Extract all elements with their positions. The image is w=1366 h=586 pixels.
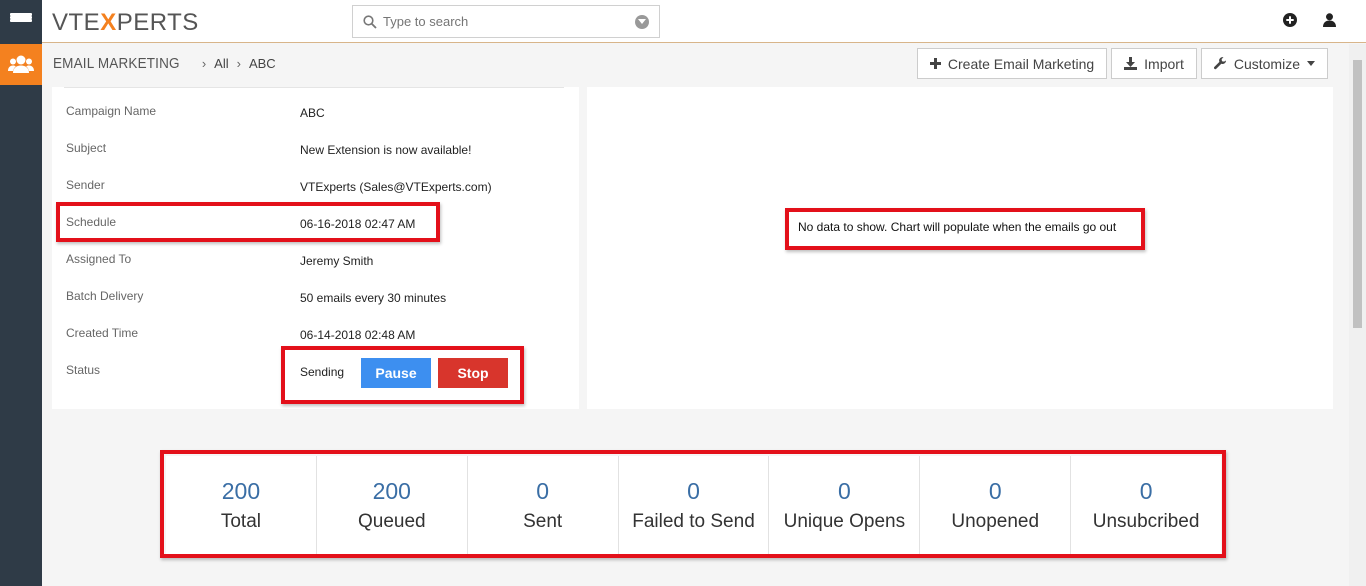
- logo-text-prefix: VTE: [52, 9, 101, 36]
- breadcrumb-record: ABC: [248, 56, 276, 71]
- stat-sent: 0 Sent: [468, 456, 619, 554]
- add-icon[interactable]: [1283, 13, 1297, 27]
- detail-label: Subject: [66, 141, 107, 155]
- logo-text-suffix: PERTS: [116, 9, 199, 36]
- logo-text-x: X: [100, 9, 117, 36]
- stat-queued: 200 Queued: [317, 456, 468, 554]
- detail-value: ABC: [300, 106, 325, 120]
- create-email-marketing-button[interactable]: Create Email Marketing: [916, 48, 1108, 79]
- customize-button[interactable]: Customize: [1200, 48, 1328, 79]
- plus-icon: [929, 58, 941, 69]
- breadcrumb-module[interactable]: EMAIL MARKETING: [53, 55, 180, 72]
- logo[interactable]: VTEXPERTS: [52, 9, 199, 37]
- campaign-stats: 200 Total 200 Queued 0 Sent 0 Failed to …: [166, 456, 1221, 554]
- stat-label: Failed to Send: [632, 510, 755, 532]
- scrollbar-thumb[interactable]: [1353, 60, 1362, 328]
- stat-unsubscribed: 0 Unsubcribed: [1071, 456, 1221, 554]
- stat-label: Unsubcribed: [1092, 510, 1200, 532]
- stat-value: 200: [221, 477, 261, 504]
- stat-total: 200 Total: [166, 456, 317, 554]
- search-input[interactable]: [383, 14, 635, 29]
- stat-value: 0: [687, 477, 700, 504]
- stat-label: Unique Opens: [783, 510, 906, 532]
- detail-value: VTExperts (Sales@VTExperts.com): [300, 180, 492, 194]
- chevron-right-icon: ›: [201, 56, 207, 71]
- stat-label: Unopened: [951, 510, 1040, 532]
- sub-header: EMAIL MARKETING › All › ABC Create Email…: [42, 44, 1366, 85]
- stat-value: 0: [837, 477, 851, 504]
- vertical-scrollbar[interactable]: [1349, 44, 1366, 586]
- stop-button[interactable]: Stop: [438, 358, 508, 388]
- campaign-details-panel: Campaign Name ABC Subject New Extension …: [52, 87, 579, 409]
- global-search: [352, 5, 660, 38]
- hamburger-icon: [10, 13, 32, 30]
- search-icon: [363, 14, 377, 29]
- customize-button-label: Customize: [1233, 55, 1300, 72]
- detail-label: Assigned To: [66, 252, 132, 266]
- email-chart-panel: No data to show. Chart will populate whe…: [587, 87, 1333, 409]
- top-bar: VTEXPERTS: [42, 0, 1366, 43]
- stat-label: Total: [220, 510, 261, 532]
- import-button-label: Import: [1144, 55, 1184, 72]
- left-rail: [0, 0, 42, 586]
- stat-value: 0: [1139, 477, 1153, 504]
- create-button-label: Create Email Marketing: [947, 55, 1095, 72]
- detail-value: Jeremy Smith: [300, 254, 374, 268]
- stat-label: Queued: [357, 510, 426, 532]
- users-icon: [8, 55, 34, 73]
- import-button[interactable]: Import: [1111, 48, 1197, 79]
- stat-value: 0: [988, 477, 1002, 504]
- chevron-right-icon: ›: [236, 56, 241, 71]
- module-email-marketing-button[interactable]: [0, 44, 42, 85]
- wrench-icon: [1213, 57, 1226, 70]
- breadcrumb: EMAIL MARKETING › All › ABC: [53, 55, 276, 72]
- stat-value: 200: [372, 477, 411, 504]
- divider: [64, 87, 564, 88]
- user-icon[interactable]: [1323, 13, 1336, 27]
- detail-value: 06-14-2018 02:48 AM: [300, 328, 416, 342]
- detail-label: Status: [66, 363, 101, 377]
- stat-value: 0: [536, 477, 550, 504]
- stat-failed-to-send: 0 Failed to Send: [619, 456, 770, 554]
- search-dropdown-icon[interactable]: [635, 14, 649, 29]
- detail-value: New Extension is now available!: [300, 143, 472, 157]
- detail-label: Batch Delivery: [66, 289, 144, 303]
- stat-label: Sent: [523, 510, 563, 532]
- detail-value: 06-16-2018 02:47 AM: [300, 217, 416, 231]
- menu-button[interactable]: [0, 0, 42, 43]
- detail-label: Campaign Name: [66, 104, 157, 118]
- detail-label: Schedule: [66, 215, 117, 229]
- stat-unopened: 0 Unopened: [920, 456, 1072, 554]
- caret-down-icon: [1307, 61, 1315, 66]
- status-value: Sending: [300, 365, 345, 379]
- detail-label: Sender: [66, 178, 105, 192]
- breadcrumb-all[interactable]: All: [214, 56, 228, 71]
- chart-empty-message: No data to show. Chart will populate whe…: [798, 220, 1117, 234]
- stat-unique-opens: 0 Unique Opens: [769, 456, 921, 554]
- detail-label: Created Time: [66, 326, 139, 340]
- detail-value: 50 emails every 30 minutes: [300, 291, 447, 305]
- import-icon: [1124, 57, 1138, 70]
- pause-button[interactable]: Pause: [361, 358, 431, 388]
